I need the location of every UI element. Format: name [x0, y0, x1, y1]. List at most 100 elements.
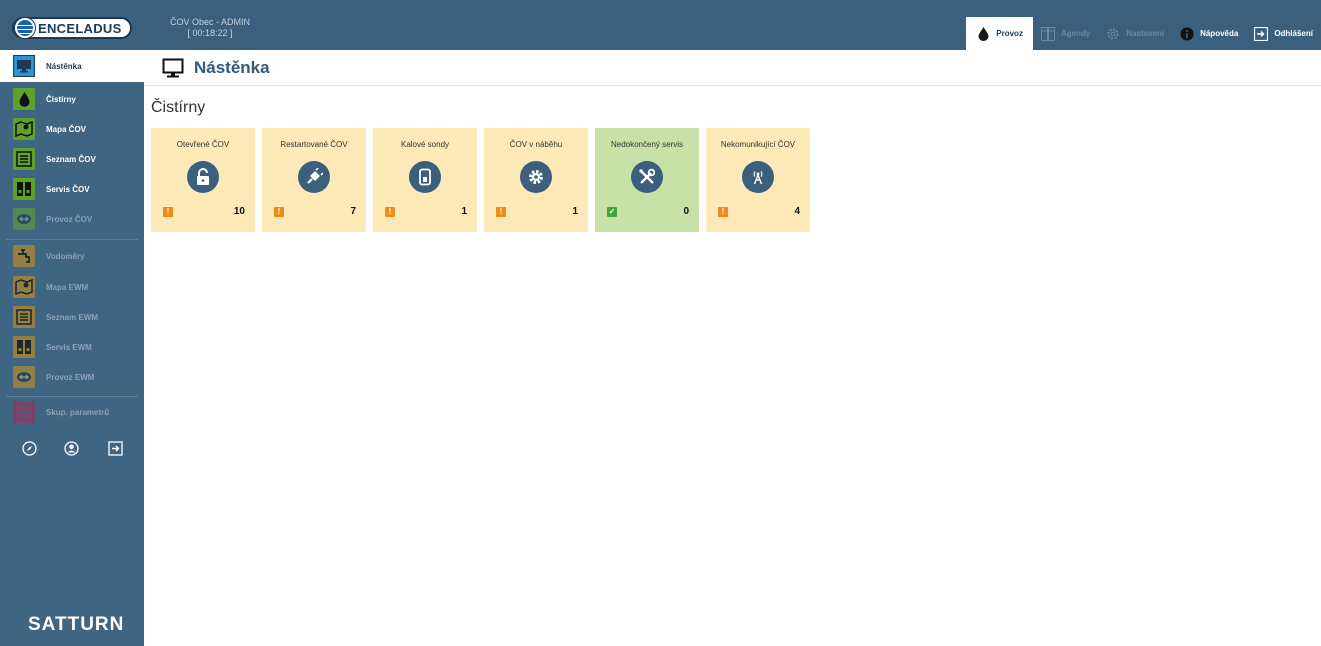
satturn-brand: SATTURN	[28, 614, 125, 635]
sidebar-item-skup-parametru[interactable]: Skup. parametrů	[0, 399, 144, 425]
info-icon	[1180, 27, 1194, 41]
globe-icon	[15, 18, 35, 38]
binders-icon	[13, 178, 35, 200]
sidebar-item-provoz-cov[interactable]: Provoz ČOV	[0, 206, 144, 232]
sidebar-item-seznam-ewm[interactable]: Seznam EWM	[0, 304, 144, 330]
plug-icon	[298, 161, 330, 193]
drop-icon	[13, 88, 35, 110]
check-badge-icon: ✓	[607, 207, 617, 217]
tile-label: Nedokončený servis	[610, 140, 684, 149]
sidebar-item-vodomery[interactable]: Vodoměry	[0, 243, 144, 269]
tile-label: ČOV v náběhu	[509, 140, 563, 149]
tile-otevrene-cov[interactable]: Otevřené ČOV ! 10	[151, 128, 255, 232]
group-icon	[13, 401, 35, 423]
sidebar: Nástěnka Čistírny Mapa ČOV Seznam ČOV Se…	[0, 50, 144, 646]
session-title: ČOV Obec - ADMIN	[170, 17, 251, 27]
tile-label: Restartované ČOV	[280, 140, 348, 149]
warning-badge-icon: !	[496, 207, 506, 217]
sidebar-active-label: Nástěnka	[46, 61, 82, 71]
sidebar-divider	[6, 396, 138, 397]
list-icon	[13, 306, 35, 328]
swap-icon	[13, 366, 35, 388]
nav-odhlaseni[interactable]: Odhlášení	[1246, 17, 1321, 50]
tile-nedokonceny-servis[interactable]: Nedokončený servis ✓ 0	[595, 128, 699, 232]
tile-count: 1	[572, 206, 578, 217]
tile-count: 1	[461, 206, 467, 217]
tile-restartovane-cov[interactable]: Restartované ČOV ! 7	[262, 128, 366, 232]
unlock-icon	[187, 161, 219, 193]
sidebar-item-label: Provoz ČOV	[46, 214, 93, 224]
nav-provoz[interactable]: Provoz	[966, 17, 1033, 50]
compass-icon[interactable]	[21, 440, 37, 456]
gear-icon	[520, 161, 552, 193]
sidebar-item-label: Seznam ČOV	[46, 154, 96, 164]
tile-count: 4	[794, 206, 800, 217]
map-pin-icon	[13, 118, 35, 140]
list-icon	[13, 148, 35, 170]
monitor-icon	[13, 55, 35, 77]
nav-agendy[interactable]: Agendy	[1033, 17, 1098, 50]
session-timer: [ 00:18:22 ]	[187, 28, 233, 38]
sidebar-item-label: Servis ČOV	[46, 184, 90, 194]
logout-icon[interactable]	[107, 440, 123, 456]
sidebar-item-label: Čistírny	[46, 94, 76, 104]
nav-agendy-label: Agendy	[1060, 29, 1091, 38]
nav-napoveda-label: Nápověda	[1200, 29, 1239, 38]
tile-count: 10	[233, 206, 245, 217]
sidebar-item-servis-cov[interactable]: Servis ČOV	[0, 176, 144, 202]
tile-kalove-sondy[interactable]: Kalové sondy ! 1	[373, 128, 477, 232]
sidebar-item-mapa-ewm[interactable]: Mapa EWM	[0, 274, 144, 300]
sidebar-item-label: Vodoměry	[46, 251, 85, 261]
sidebar-item-servis-ewm[interactable]: Servis EWM	[0, 334, 144, 360]
sidebar-item-label: Seznam EWM	[46, 312, 99, 322]
nav-nastaveni-label: Nastavení	[1126, 29, 1165, 38]
tile-nekomunikujici-cov[interactable]: Nekomunikující ČOV ! 4	[706, 128, 810, 232]
top-navigation: Provoz Agendy Nastavení Nápověda Odhláše…	[966, 17, 1321, 50]
warning-badge-icon: !	[274, 207, 284, 217]
sidebar-item-label: Skup. parametrů	[46, 407, 110, 417]
page-header: Nástěnka	[144, 50, 1321, 86]
faucet-icon	[13, 245, 35, 267]
tile-label: Otevřené ČOV	[176, 140, 230, 149]
tile-label: Nekomunikující ČOV	[720, 140, 796, 149]
probe-icon	[409, 161, 441, 193]
sidebar-bottom-icons	[0, 440, 144, 460]
sidebar-item-provoz-ewm[interactable]: Provoz EWM	[0, 364, 144, 390]
monitor-icon	[162, 57, 184, 79]
sidebar-item-label: Mapa ČOV	[46, 124, 87, 134]
binders-icon	[1040, 26, 1055, 41]
tile-cov-v-nabehu[interactable]: ČOV v náběhu ! 1	[484, 128, 588, 232]
nav-napoveda[interactable]: Nápověda	[1172, 17, 1246, 50]
page-title: Nástěnka	[194, 57, 270, 77]
top-bar: ENCELADUS ČOV Obec - ADMIN [ 00:18:22 ] …	[0, 0, 1321, 50]
logout-icon	[1254, 26, 1269, 41]
enceladus-logo[interactable]: ENCELADUS	[12, 17, 132, 39]
drop-icon	[976, 26, 990, 41]
sidebar-item-label: Provoz EWM	[46, 372, 95, 382]
warning-badge-icon: !	[163, 207, 173, 217]
tile-count: 0	[683, 206, 689, 217]
tile-count: 7	[350, 206, 356, 217]
sidebar-item-cistirny[interactable]: Čistírny	[0, 86, 144, 112]
sidebar-item-label: Servis EWM	[46, 342, 92, 352]
warning-badge-icon: !	[718, 207, 728, 217]
sidebar-item-mapa-cov[interactable]: Mapa ČOV	[0, 116, 144, 142]
nav-nastaveni[interactable]: Nastavení	[1098, 17, 1172, 50]
sidebar-item-nastenka[interactable]: Nástěnka	[0, 50, 144, 82]
nav-odhlaseni-label: Odhlášení	[1274, 29, 1313, 38]
gear-icon	[1106, 27, 1120, 41]
user-icon[interactable]	[63, 440, 79, 456]
sidebar-item-label: Mapa EWM	[46, 282, 89, 292]
swap-icon	[13, 208, 35, 230]
section-title: Čistírny	[151, 99, 206, 116]
sidebar-divider	[6, 239, 138, 240]
antenna-icon	[742, 161, 774, 193]
warning-badge-icon: !	[385, 207, 395, 217]
session-info: ČOV Obec - ADMIN [ 00:18:22 ]	[170, 17, 250, 39]
sidebar-item-seznam-cov[interactable]: Seznam ČOV	[0, 146, 144, 172]
tools-icon	[631, 161, 663, 193]
logo-text: ENCELADUS	[38, 20, 122, 36]
nav-provoz-label: Provoz	[996, 29, 1023, 38]
tile-label: Kalové sondy	[400, 140, 450, 149]
map-pin-icon	[13, 276, 35, 298]
